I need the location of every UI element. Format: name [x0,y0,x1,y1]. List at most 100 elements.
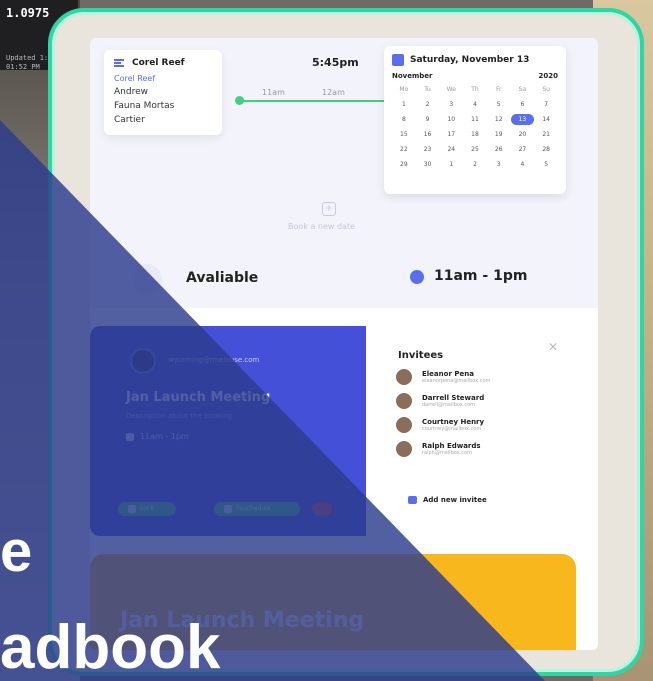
invitee-name: Eleanor Pena [422,370,474,378]
calendar-day[interactable]: 4 [511,159,535,170]
calendar-day[interactable]: 27 [511,144,535,155]
timeline-label: 12am [322,88,345,97]
user-option[interactable]: Andrew [114,87,212,97]
calendar-icon [392,54,404,66]
calendar-day[interactable]: 15 [392,129,416,140]
calendar-day[interactable]: 1 [392,99,416,110]
invitee-email: darrell@mailbox.com [422,402,476,408]
calendar-day[interactable]: 10 [439,114,463,125]
calendar-day[interactable]: 1 [439,159,463,170]
lock-button[interactable]: Lock [118,502,176,516]
calendar-weekday: Mo [399,86,409,93]
invitee-list: Eleanor Pena eleanorpena@mailbox.com Darre… [386,369,556,457]
meeting-time: 11am - 1pm [126,432,189,441]
selected-user: Corel Reef [132,58,185,68]
organizer-email: wyurming@rmeiouse.com [168,356,260,364]
user-option[interactable]: Corel Reef [114,74,212,83]
reschedule-button[interactable]: Reschedule [214,502,300,516]
calendar-day[interactable]: 29 [392,159,416,170]
calendar-day[interactable]: 23 [416,144,440,155]
calendar-day[interactable]: 18 [463,129,487,140]
invitees-title: Invitees [398,350,444,361]
calendar-weekday: Sa [518,86,527,93]
invitee-row[interactable]: Eleanor Pena eleanorpena@mailbox.com [396,369,556,385]
user-option[interactable]: Cartier [114,115,212,125]
avatar [396,441,412,457]
calendar-day[interactable]: 9 [416,114,440,125]
overlay-heading-1: e [0,519,33,584]
calendar-day[interactable]: 7 [534,99,558,110]
calendar-day[interactable]: 26 [487,144,511,155]
current-time: 5:45pm [312,56,359,69]
calendar-month: November [392,72,433,80]
invitee-email: ralph@mailbox.com [422,450,472,456]
calendar-weekday: Th [471,86,479,93]
calendar-date-label: Saturday, November 13 [410,55,530,65]
calendar-day[interactable]: 28 [534,144,558,155]
calendar-day[interactable]: 6 [511,99,535,110]
menu-icon[interactable] [114,59,124,67]
meeting-time-text: 11am - 1pm [140,432,189,441]
calendar-day[interactable]: 11 [463,114,487,125]
calendar-day[interactable]: 30 [416,159,440,170]
invitee-name: Courtney Henry [422,418,485,426]
user-selector[interactable]: Corel Reef Corel Reef Andrew Fauna Morta… [104,50,222,135]
lock-icon [128,505,136,513]
calendar-day[interactable]: 24 [439,144,463,155]
tablet-frame: Corel Reef Corel Reef Andrew Fauna Morta… [48,8,644,676]
invitees-panel: ✕ Invitees Eleanor Pena eleanorpena@mailb… [366,326,576,536]
calendar-day[interactable]: 2 [463,159,487,170]
calendar-day[interactable]: 19 [487,129,511,140]
calendar-day[interactable]: 5 [487,99,511,110]
avatar [396,369,412,385]
tablet-screen: Corel Reef Corel Reef Andrew Fauna Morta… [90,38,598,650]
add-invitee-label: Add new invitee [423,496,487,504]
timeline-bar [238,100,388,102]
availability-label: Avaliable [186,270,259,286]
lock-label: Lock [140,505,154,512]
timeline-marker[interactable] [235,96,244,105]
calendar-day[interactable]: 16 [416,129,440,140]
reschedule-label: Reschedule [236,505,271,512]
organizer-avatar [130,348,156,374]
calendar-day[interactable]: 12 [487,114,511,125]
invitee-row[interactable]: Courtney Henry courtney@mailbox.com [396,417,556,433]
add-invitee-button[interactable]: Add new invitee [408,496,487,504]
calendar-day[interactable]: 17 [439,129,463,140]
meeting-card[interactable]: wyurming@rmeiouse.com Jan Launch Meeting… [90,326,366,536]
invitee-email: courtney@mailbox.com [422,426,482,432]
calendar-day[interactable]: 8 [392,114,416,125]
calendar-widget: Saturday, November 13 November 2020 Mo Tu… [384,46,566,194]
overlay-heading-2: adbook [0,613,221,681]
availability-icon [132,264,162,294]
user-option[interactable]: Fauna Mortas [114,101,212,111]
calendar-weekday: We [446,86,456,93]
calendar-weekday: Tu [424,86,431,93]
book-date-label[interactable]: Book a new date [288,222,355,231]
calendar-grid: Mo Tu We Th Fr Sa Su 1 2 3 4 5 6 7 8 9 10 11 12 13 14 15 16 17 1… [392,84,558,170]
schedule-area: Corel Reef Corel Reef Andrew Fauna Morta… [90,38,598,308]
delete-button[interactable] [312,502,332,516]
calendar-day[interactable]: 3 [439,99,463,110]
calendar-day[interactable]: 2 [416,99,440,110]
add-date-icon[interactable]: + [322,202,336,216]
close-icon[interactable]: ✕ [548,340,558,354]
calendar-day[interactable]: 25 [463,144,487,155]
invitee-name: Ralph Edwards [422,442,481,450]
calendar-weekday: Fr [495,86,502,93]
invitee-row[interactable]: Ralph Edwards ralph@mailbox.com [396,441,556,457]
invitee-row[interactable]: Darrell Steward darrell@mailbox.com [396,393,556,409]
calendar-day[interactable]: 4 [463,99,487,110]
calendar-day[interactable]: 20 [511,129,535,140]
calendar-day[interactable]: 5 [534,159,558,170]
invitee-name: Darrell Steward [422,394,485,402]
calendar-day[interactable]: 14 [534,114,558,125]
add-user-icon [408,496,417,504]
calendar-icon [224,505,232,513]
calendar-day[interactable]: 3 [487,159,511,170]
calendar-weekday: Su [542,86,550,93]
calendar-day[interactable]: 13 [510,114,535,125]
calendar-year: 2020 [538,72,558,80]
calendar-day[interactable]: 22 [392,144,416,155]
calendar-day[interactable]: 21 [534,129,558,140]
